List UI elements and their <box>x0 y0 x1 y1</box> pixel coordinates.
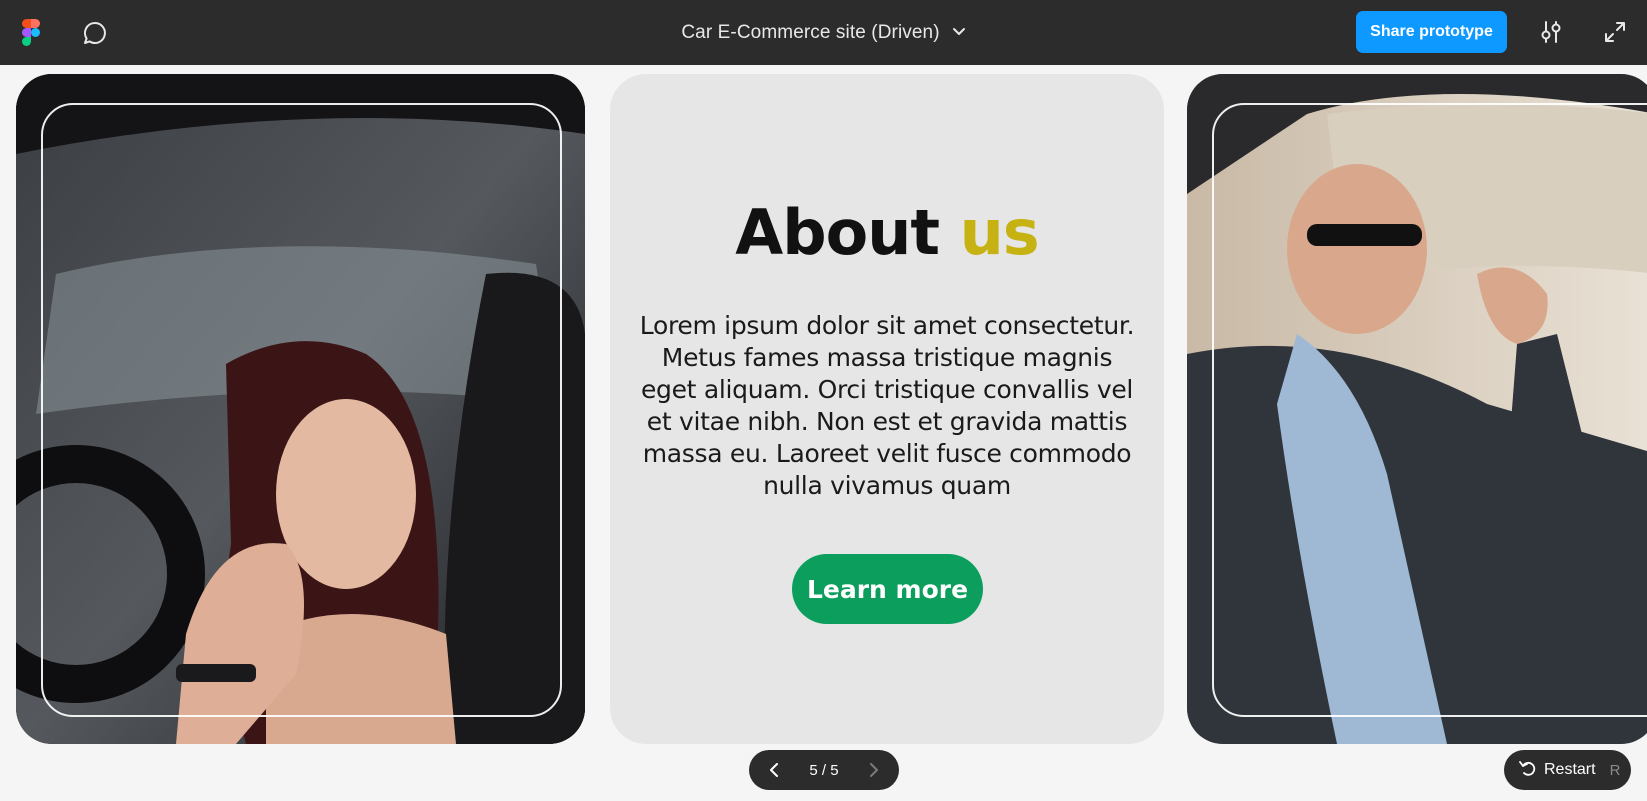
share-prototype-button[interactable]: Share prototype <box>1356 11 1507 53</box>
restart-button[interactable]: Restart R <box>1504 750 1631 790</box>
previous-slide-icon[interactable] <box>763 759 785 781</box>
prototype-toolbar: Car E-Commerce site (Driven) Share proto… <box>0 0 1647 65</box>
next-slide-icon[interactable] <box>863 759 885 781</box>
photo-frame-outline <box>1212 103 1647 717</box>
settings-sliders-icon[interactable] <box>1538 19 1564 45</box>
woman-in-car-photo <box>16 74 585 744</box>
heading-accent: us <box>959 196 1040 269</box>
learn-more-button[interactable]: Learn more <box>792 554 983 624</box>
restart-icon <box>1518 758 1538 783</box>
comment-icon[interactable] <box>82 20 108 46</box>
slide-counter: 5 / 5 <box>809 761 839 779</box>
restart-label: Restart <box>1544 761 1596 778</box>
man-in-car-photo <box>1187 74 1647 744</box>
photo-frame-outline <box>41 103 562 717</box>
chevron-down-icon <box>952 24 966 42</box>
about-us-body: Lorem ipsum dolor sit amet consectetur. … <box>639 311 1135 500</box>
expand-icon[interactable] <box>1603 20 1627 44</box>
file-title-dropdown[interactable]: Car E-Commerce site (Driven) <box>673 18 973 48</box>
figma-logo-icon[interactable] <box>22 19 40 46</box>
about-us-heading: About us <box>610 196 1164 269</box>
about-us-card: About us Lorem ipsum dolor sit amet cons… <box>610 74 1164 744</box>
restart-shortcut: R <box>1609 761 1621 779</box>
slide-pager: 5 / 5 <box>749 750 899 790</box>
heading-main: About <box>735 196 940 269</box>
file-title: Car E-Commerce site (Driven) <box>681 21 940 43</box>
